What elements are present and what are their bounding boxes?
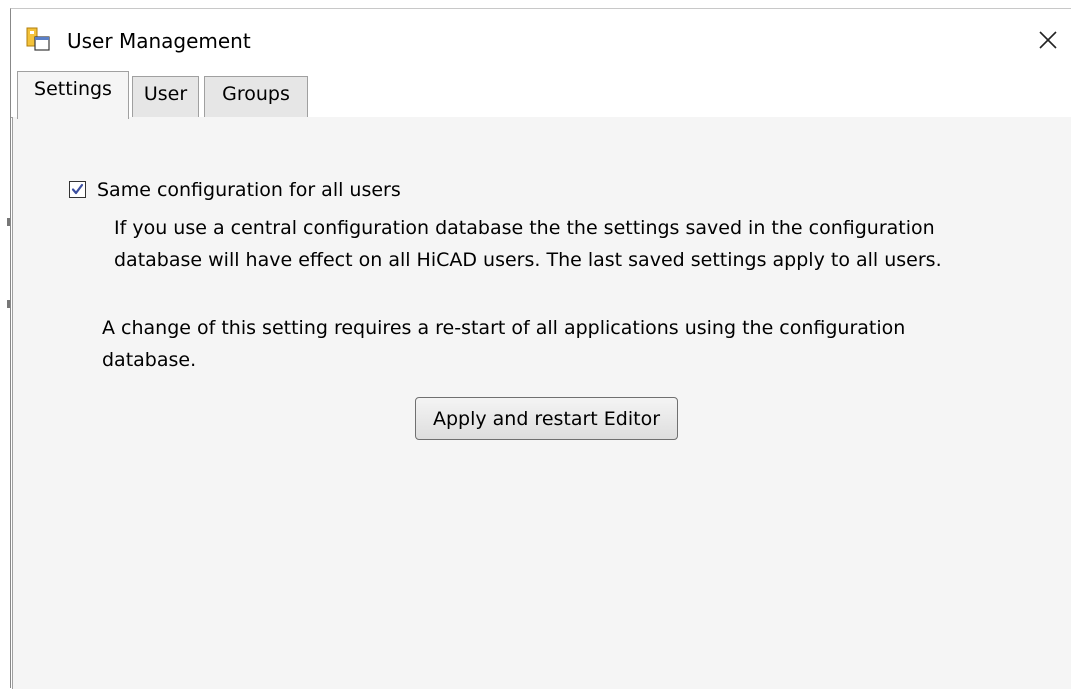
restart-note: A change of this setting requires a re-s…: [102, 312, 1032, 376]
configuration-description: If you use a central configuration datab…: [114, 212, 1044, 276]
user-management-app-icon: [26, 27, 50, 51]
same-configuration-label[interactable]: Same configuration for all users: [97, 178, 401, 202]
note-line: A change of this setting requires a re-s…: [102, 317, 906, 339]
tab-strip: Settings User Groups: [11, 71, 1071, 119]
close-button[interactable]: [1031, 23, 1065, 57]
user-management-dialog: User Management Settings User Groups Sam…: [10, 8, 1071, 689]
checkmark-icon: [71, 183, 84, 195]
note-line: database.: [102, 349, 197, 371]
same-configuration-checkbox[interactable]: [69, 181, 86, 198]
description-line: If you use a central configuration datab…: [114, 217, 935, 239]
close-icon: [1039, 31, 1057, 49]
tab-groups-label: Groups: [222, 83, 290, 105]
settings-panel: Same configuration for all users If you …: [12, 117, 1071, 689]
title-bar: User Management: [11, 9, 1071, 71]
tab-settings-label: Settings: [34, 78, 112, 100]
tab-user[interactable]: User: [132, 76, 199, 118]
tab-user-label: User: [143, 83, 188, 105]
description-line: database will have effect on all HiCAD u…: [114, 249, 942, 271]
tab-groups[interactable]: Groups: [204, 76, 308, 118]
apply-and-restart-button[interactable]: Apply and restart Editor: [415, 397, 678, 440]
window-title: User Management: [67, 29, 251, 53]
tab-settings[interactable]: Settings: [17, 71, 129, 119]
